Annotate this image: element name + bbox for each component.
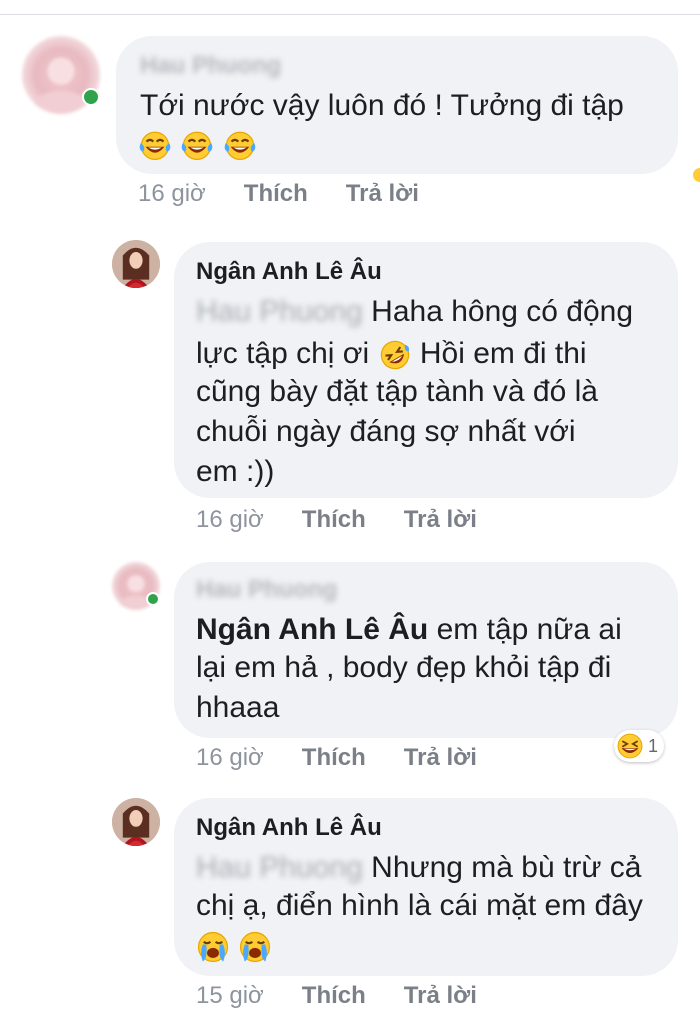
comment-text: hhaaa bbox=[196, 691, 280, 724]
comment-text: chuỗi ngày đáng sợ nhất với bbox=[196, 415, 576, 448]
like-button[interactable]: Thích bbox=[302, 744, 366, 771]
mention-tag[interactable]: Hau Phuong bbox=[196, 848, 363, 888]
comment-text: cũng bày đặt tập tành và đó là bbox=[196, 375, 598, 408]
comment-text: lại em hả , body đẹp khỏi tập đi bbox=[196, 651, 612, 684]
reaction-count: 1 bbox=[648, 735, 659, 756]
laughing-face-icon bbox=[616, 732, 644, 760]
comment-meta: 16 giờ Thích Trả lời bbox=[196, 506, 515, 534]
laughing-tears-icon bbox=[180, 128, 214, 162]
comment-meta: 16 giờ Thích Trả lời bbox=[196, 744, 515, 772]
reply-button[interactable]: Trả lời bbox=[346, 180, 419, 207]
partial-emoji-icon bbox=[688, 168, 700, 182]
laughing-tears-icon bbox=[223, 128, 257, 162]
comment-text: Ngân Anh Lê Âu em tập nữa ai bbox=[196, 613, 622, 646]
comment-time: 16 giờ bbox=[196, 506, 264, 533]
top-divider bbox=[0, 14, 700, 15]
crying-face-icon bbox=[238, 930, 272, 964]
reply-button[interactable]: Trả lời bbox=[404, 982, 477, 1009]
crying-face-icon bbox=[196, 930, 230, 964]
mention-tag[interactable]: Ngân Anh Lê Âu bbox=[196, 613, 428, 646]
online-status-indicator bbox=[146, 592, 160, 606]
comment-time: 15 giờ bbox=[196, 982, 264, 1009]
comment-text: Hau Phuong Nhưng mà bù trừ cả bbox=[196, 848, 641, 888]
comment-author[interactable]: Ngân Anh Lê Âu bbox=[196, 258, 382, 286]
comment-text: em :)) bbox=[196, 455, 275, 488]
online-status-indicator bbox=[82, 88, 100, 106]
avatar[interactable] bbox=[112, 798, 160, 846]
emoji-row bbox=[138, 124, 257, 164]
comment-text: Hau Phuong Haha hông có động bbox=[196, 292, 633, 332]
laughing-tears-icon bbox=[138, 128, 172, 162]
like-button[interactable]: Thích bbox=[302, 982, 366, 1009]
like-button[interactable]: Thích bbox=[244, 180, 308, 207]
emoji-row bbox=[196, 926, 272, 966]
rolling-laughing-icon bbox=[378, 338, 412, 372]
comment-meta: 15 giờ Thích Trả lời bbox=[196, 982, 515, 1010]
like-button[interactable]: Thích bbox=[302, 506, 366, 533]
comment-author[interactable]: Ngân Anh Lê Âu bbox=[196, 814, 382, 842]
comment-author[interactable]: Hau Phuong bbox=[140, 52, 281, 80]
comment-time: 16 giờ bbox=[138, 180, 206, 207]
mention-tag[interactable]: Hau Phuong bbox=[196, 292, 363, 332]
reply-button[interactable]: Trả lời bbox=[404, 506, 477, 533]
avatar[interactable] bbox=[112, 240, 160, 288]
reply-button[interactable]: Trả lời bbox=[404, 744, 477, 771]
comment-meta: 16 giờ Thích Trả lời bbox=[138, 180, 457, 208]
comment-text: lực tập chị ơi Hồi em đi thi bbox=[196, 334, 587, 374]
comment-author[interactable]: Hau Phuong bbox=[196, 576, 337, 604]
reaction-badge[interactable]: 1 bbox=[614, 730, 665, 762]
comment-text: Tới nước vậy luôn đó ! Tưởng đi tập bbox=[140, 89, 624, 122]
comment-text: chị ạ, điển hình là cái mặt em đây bbox=[196, 889, 643, 922]
comment-time: 16 giờ bbox=[196, 744, 264, 771]
